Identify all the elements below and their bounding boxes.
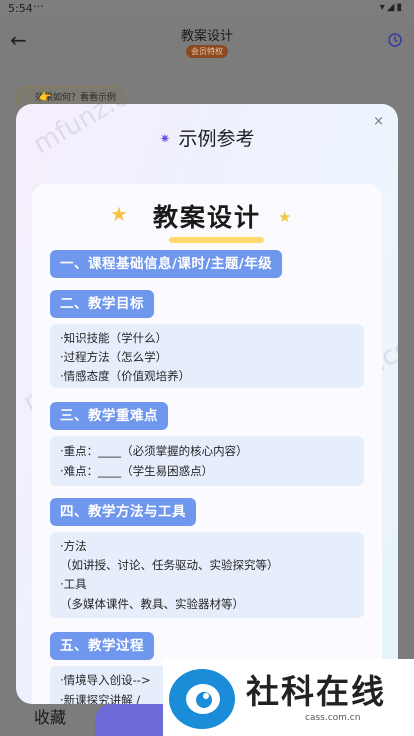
history-icon[interactable]	[386, 31, 404, 49]
page-title: 教案设计	[180, 29, 233, 44]
section-header: 一、课程基础信息/课时/主题/年级	[50, 250, 283, 278]
status-time: 5:54	[8, 2, 33, 15]
section-header: 三、教学重难点	[50, 402, 168, 430]
section-body: ·方法 （如讲授、讨论、任务驱动、实验探究等） ·工具 （多媒体课件、教具、实验…	[50, 532, 364, 618]
section-line: ·工具	[60, 577, 87, 591]
section-line: ·难点：____（学生易困惑点）	[60, 464, 214, 478]
section-line: ·过程方法（怎么学）	[60, 350, 168, 364]
app-bar: ← 教案设计 会员特权	[0, 18, 414, 66]
sparkle-icon: ✷	[159, 132, 171, 147]
example-modal: mfunz.com mfunz.com mfunz.com ✷示例参考 × ★ …	[16, 104, 398, 704]
close-icon[interactable]: ×	[373, 114, 384, 129]
status-notification-dots: ···	[33, 0, 44, 13]
section-header: 二、教学目标	[50, 290, 154, 318]
status-bar: 5:54 ··· ▾◢▮	[0, 0, 414, 18]
section-header: 四、教学方法与工具	[50, 498, 196, 526]
example-card: ★ ★ 教案设计 一、课程基础信息/课时/主题/年级 二、教学目标 ·知识技能（…	[32, 184, 382, 704]
section-line: （如讲授、讨论、任务驱动、实验探究等）	[60, 558, 279, 572]
section-line: ·知识技能（学什么）	[60, 331, 168, 345]
section-line: （多媒体课件、教具、实验器材等）	[60, 597, 244, 611]
eye-logo-icon	[169, 669, 235, 729]
section-body: ·重点：____（必须掌握的核心内容） ·难点：____（学生易困惑点）	[50, 436, 364, 486]
card-title: 教案设计	[32, 198, 382, 243]
logo-text: 社科在线	[246, 672, 386, 711]
member-badge: 会员特权	[186, 45, 228, 58]
section-body: ·知识技能（学什么） ·过程方法（怎么学） ·情感态度（价值观培养）	[50, 324, 364, 388]
section-line: ·重点：____（必须掌握的核心内容）	[60, 444, 248, 458]
section-line: ·情境导入创设-->	[60, 673, 151, 687]
section-line: ·新课探究讲解 /	[60, 693, 141, 704]
logo-url: cass.com.cn	[305, 713, 361, 723]
section-header: 五、教学过程	[50, 632, 154, 660]
modal-title: ✷ 示例参考	[159, 128, 255, 150]
section-line: ·情感态度（价值观培养）	[60, 369, 191, 383]
collect-button[interactable]: 收藏	[34, 704, 66, 728]
section-line: ·方法	[60, 539, 87, 553]
site-logo-overlay: 社科在线 cass.com.cn	[163, 659, 414, 736]
status-system-icons: ▾◢▮	[379, 2, 404, 13]
